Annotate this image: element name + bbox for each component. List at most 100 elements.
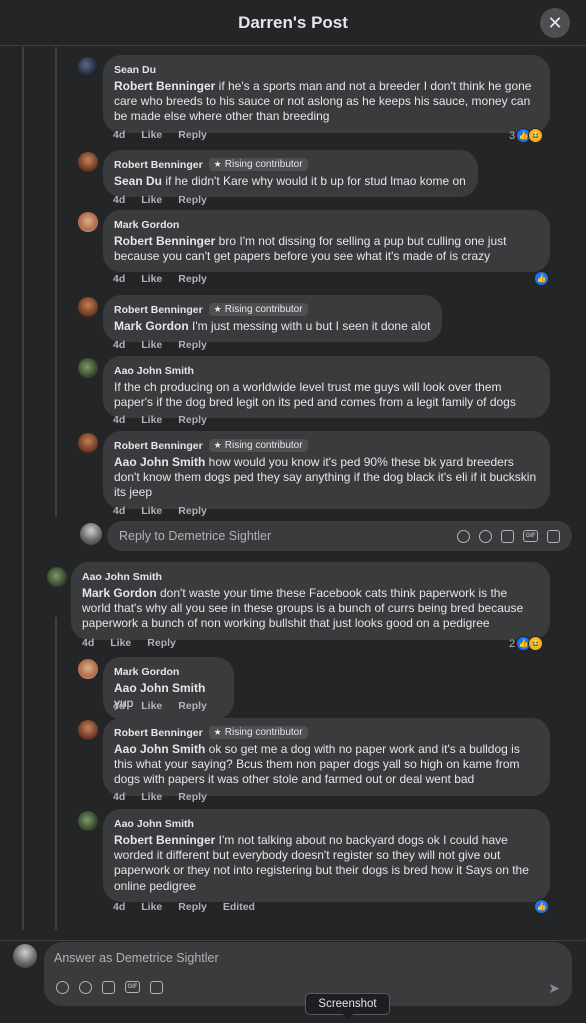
timestamp[interactable]: 4d (113, 901, 125, 913)
comment-author[interactable]: Robert Benninger (114, 159, 203, 171)
timestamp[interactable]: 4d (113, 700, 125, 712)
current-user-avatar[interactable] (13, 944, 37, 968)
mention-link[interactable]: Aao John Smith (114, 455, 205, 469)
mention-link[interactable]: Robert Benninger (114, 234, 215, 248)
mention-link[interactable]: Robert Benninger (114, 79, 215, 93)
timestamp[interactable]: 4d (113, 414, 125, 426)
mention-link[interactable]: Mark Gordon (82, 586, 157, 600)
reply-button[interactable]: Reply (178, 194, 207, 206)
reply-button[interactable]: Reply (178, 901, 207, 913)
timestamp[interactable]: 4d (113, 791, 125, 803)
send-icon[interactable]: ➤ (548, 980, 560, 997)
camera-icon[interactable] (102, 981, 115, 994)
mention-link[interactable]: Sean Du (114, 174, 162, 188)
avatar[interactable] (78, 152, 98, 172)
mention-link[interactable]: Aao John Smith (114, 742, 205, 756)
avatar[interactable] (78, 720, 98, 740)
comment-bubble: Aao John Smith If the ch producing on a … (103, 356, 550, 419)
timestamp[interactable]: 4d (113, 194, 125, 206)
emoji-icon[interactable] (479, 529, 492, 543)
timestamp[interactable]: 4d (113, 273, 125, 285)
timestamp[interactable]: 4d (82, 637, 94, 649)
comment-author[interactable]: Mark Gordon (114, 666, 179, 678)
comment-author[interactable]: Mark Gordon (114, 219, 179, 231)
comment-author[interactable]: Aao John Smith (82, 571, 162, 583)
reaction-summary[interactable]: 3 👍 😆 (509, 128, 544, 143)
camera-icon[interactable] (501, 529, 514, 543)
comment-text: Robert Benninger I'm not talking about n… (114, 833, 529, 893)
avatar[interactable] (78, 433, 98, 453)
current-user-avatar[interactable] (80, 523, 102, 545)
sticker-icon[interactable] (547, 529, 560, 543)
reaction-summary[interactable]: 👍 (534, 899, 549, 914)
reply-button[interactable]: Reply (178, 339, 207, 351)
star-icon: ★ (213, 440, 222, 450)
reply-button[interactable]: Reply (178, 505, 207, 517)
like-button[interactable]: Like (141, 414, 162, 426)
emoji-icon[interactable] (79, 981, 92, 994)
comment-author[interactable]: Robert Benninger (114, 440, 203, 452)
reply-button[interactable]: Reply (178, 273, 207, 285)
reaction-count: 3 (509, 129, 516, 142)
timestamp[interactable]: 4d (113, 505, 125, 517)
close-button[interactable]: ✕ (540, 8, 570, 38)
comment-actions: 4d Like Reply (113, 700, 207, 712)
reply-button[interactable]: Reply (178, 700, 207, 712)
reply-placeholder: Reply to Demetrice Sightler (119, 529, 272, 543)
gif-icon[interactable]: GIF (523, 530, 538, 542)
haha-reaction-icon: 😆 (528, 636, 544, 651)
like-button[interactable]: Like (141, 129, 162, 141)
comment-bubble: Robert Benninger ★ Rising contributor Aao … (103, 431, 550, 509)
answer-placeholder: Answer as Demetrice Sightler (54, 951, 219, 965)
avatar-sticker-icon[interactable] (56, 981, 69, 994)
mention-link[interactable]: Aao John Smith (114, 681, 205, 695)
gif-icon[interactable]: GIF (125, 981, 140, 993)
avatar[interactable] (78, 57, 98, 77)
avatar[interactable] (78, 297, 98, 317)
reply-input[interactable]: Reply to Demetrice Sightler GIF (107, 521, 572, 551)
like-button[interactable]: Like (141, 273, 162, 285)
reply-button[interactable]: Reply (147, 637, 176, 649)
comment-author[interactable]: Robert Benninger (114, 727, 203, 739)
like-button[interactable]: Like (141, 901, 162, 913)
comment-author[interactable]: Aao John Smith (114, 365, 194, 377)
like-button[interactable]: Like (141, 700, 162, 712)
like-button[interactable]: Like (110, 637, 131, 649)
avatar-sticker-icon[interactable] (457, 529, 470, 543)
reaction-summary[interactable]: 👍 (534, 271, 549, 286)
mention-link[interactable]: Robert Benninger (114, 833, 215, 847)
reaction-summary[interactable]: 2 👍 😆 (509, 636, 544, 651)
avatar[interactable] (47, 567, 67, 587)
comment-actions: 4d Like Reply (113, 273, 207, 285)
mention-link[interactable]: Mark Gordon (114, 319, 189, 333)
timestamp[interactable]: 4d (113, 339, 125, 351)
comment-text: If the ch producing on a worldwide level… (114, 380, 516, 410)
reply-button[interactable]: Reply (178, 791, 207, 803)
like-button[interactable]: Like (141, 505, 162, 517)
reply-button[interactable]: Reply (178, 129, 207, 141)
comment-author[interactable]: Sean Du (114, 64, 156, 76)
timestamp[interactable]: 4d (113, 129, 125, 141)
reply-button[interactable]: Reply (178, 414, 207, 426)
avatar[interactable] (78, 358, 98, 378)
like-button[interactable]: Like (141, 339, 162, 351)
comment-author[interactable]: Robert Benninger (114, 304, 203, 316)
comment-author[interactable]: Aao John Smith (114, 818, 194, 830)
sticker-icon[interactable] (150, 981, 163, 994)
edited-label[interactable]: Edited (223, 901, 255, 913)
avatar[interactable] (78, 212, 98, 232)
comments-feed[interactable]: Sean Du Robert Benninger if he's a sport… (0, 47, 586, 930)
comment-actions: 4d Like Reply (113, 129, 207, 141)
like-button[interactable]: Like (141, 194, 162, 206)
like-reaction-icon: 👍 (534, 899, 549, 914)
avatar[interactable] (78, 659, 98, 679)
like-button[interactable]: Like (141, 791, 162, 803)
comment-actions: 4d Like Reply Edited (113, 901, 255, 913)
thread-line (55, 617, 57, 930)
comment-actions: 4d Like Reply (113, 339, 207, 351)
avatar[interactable] (78, 811, 98, 831)
haha-reaction-icon: 😆 (528, 128, 544, 143)
comment-actions: 4d Like Reply (113, 414, 207, 426)
rising-contributor-badge: ★ Rising contributor (208, 158, 308, 171)
star-icon: ★ (213, 727, 222, 737)
